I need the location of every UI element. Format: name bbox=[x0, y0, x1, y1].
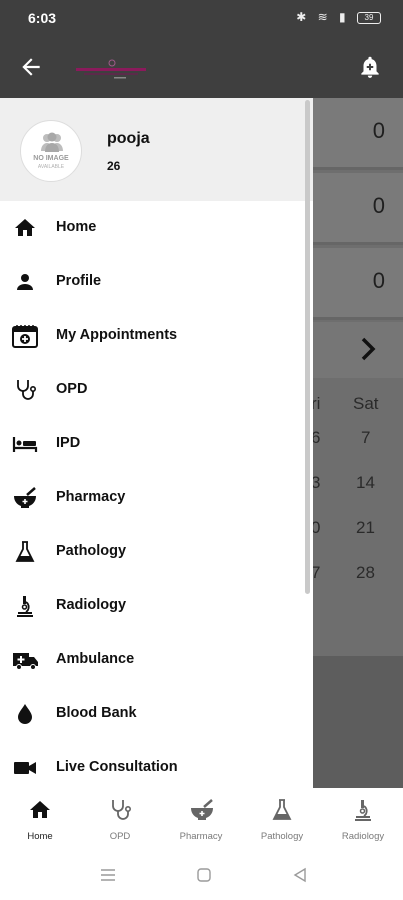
flask-icon bbox=[12, 540, 38, 564]
bottom-nav-radiology[interactable]: Radiology bbox=[323, 788, 403, 850]
bottom-nav-label: Radiology bbox=[341, 831, 385, 842]
drawer-header: NO IMAGE AVAILABLE pooja 26 bbox=[0, 98, 313, 201]
drawer-item-label: Pharmacy bbox=[56, 489, 126, 505]
avatar-placeholder-subtext: AVAILABLE bbox=[37, 164, 65, 170]
bottom-nav-pharmacy[interactable]: Pharmacy bbox=[161, 788, 241, 850]
drawer-item-pathology[interactable]: Pathology bbox=[0, 525, 313, 579]
notification-bell-icon[interactable] bbox=[357, 54, 383, 85]
video-camera-icon bbox=[12, 756, 38, 780]
back-triangle-icon[interactable] bbox=[292, 867, 308, 888]
user-age: 26 bbox=[107, 159, 121, 173]
chevron-right-icon bbox=[357, 336, 379, 367]
calendar-header: Sat bbox=[353, 394, 379, 413]
drawer-item-label: IPD bbox=[56, 435, 81, 451]
home-icon bbox=[12, 216, 38, 240]
calendar-day: 7 bbox=[361, 428, 371, 447]
drawer-item-opd[interactable]: OPD bbox=[0, 363, 313, 417]
drawer-item-label: Home bbox=[56, 219, 97, 235]
status-icons: ✱ ≋ ▮ 39 bbox=[296, 10, 381, 24]
home-icon bbox=[28, 798, 52, 822]
bottom-nav-label: Home bbox=[27, 831, 53, 842]
drawer-item-label: Profile bbox=[56, 273, 102, 289]
drawer-item-label: Blood Bank bbox=[56, 705, 137, 721]
microscope-icon bbox=[12, 594, 38, 618]
user-name: pooja bbox=[107, 130, 150, 147]
avatar-placeholder-text: NO IMAGE bbox=[33, 155, 69, 162]
ambulance-icon bbox=[12, 648, 38, 672]
drawer-item-radiology[interactable]: Radiology bbox=[0, 579, 313, 633]
drawer-item-label: Ambulance bbox=[56, 651, 135, 667]
mortar-pestle-icon bbox=[12, 486, 38, 510]
mortar-pestle-icon bbox=[189, 798, 213, 822]
stethoscope-icon bbox=[12, 378, 38, 402]
drawer-item-label: Radiology bbox=[56, 597, 127, 613]
recents-icon[interactable] bbox=[100, 867, 116, 888]
navigation-drawer: NO IMAGE AVAILABLE pooja 26 Home Profile… bbox=[0, 98, 313, 788]
system-navigation-bar bbox=[0, 850, 403, 900]
bluetooth-icon: ✱ bbox=[296, 10, 311, 24]
drawer-item-appointments[interactable]: My Appointments bbox=[0, 309, 313, 363]
calendar-day: 28 bbox=[356, 563, 375, 582]
drawer-item-pharmacy[interactable]: Pharmacy bbox=[0, 471, 313, 525]
status-time: 6:03 bbox=[28, 10, 57, 26]
wifi-icon: ≋ bbox=[317, 10, 332, 24]
stat-card: 0 bbox=[313, 173, 403, 245]
drawer-item-ipd[interactable]: IPD bbox=[0, 417, 313, 471]
people-placeholder-icon bbox=[39, 131, 65, 158]
home-button-icon[interactable] bbox=[196, 867, 212, 888]
drawer-item-live-consultation[interactable]: Live Consultation bbox=[0, 741, 313, 788]
stat-value: 0 bbox=[372, 193, 385, 218]
bottom-navigation: Home OPD Pharmacy Pathology Radiology bbox=[0, 788, 403, 850]
drawer-scrollbar[interactable] bbox=[305, 100, 310, 594]
calendar-nav bbox=[313, 322, 403, 378]
app-bar bbox=[0, 36, 403, 98]
drawer-menu: Home Profile My Appointments OPD IPD Pha… bbox=[0, 201, 313, 788]
bottom-nav-label: Pathology bbox=[260, 831, 304, 842]
background-dashboard: 0 0 0 ri Sat 6 7 3 14 0 21 7 28 bbox=[311, 98, 403, 788]
flask-icon bbox=[270, 798, 294, 822]
calendar-day: 14 bbox=[356, 473, 375, 492]
battery-icon: 39 bbox=[357, 11, 381, 24]
drawer-item-label: My Appointments bbox=[56, 327, 178, 343]
stat-value: 0 bbox=[372, 118, 385, 143]
bottom-nav-label: Pharmacy bbox=[179, 831, 223, 842]
back-arrow-icon[interactable] bbox=[18, 54, 44, 85]
hospital-bed-icon bbox=[12, 432, 38, 456]
stat-card: 0 bbox=[313, 98, 403, 170]
stat-card: 0 bbox=[313, 248, 403, 320]
bottom-nav-label: OPD bbox=[109, 831, 131, 842]
status-bar: 6:03 ✱ ≋ ▮ 39 bbox=[0, 0, 403, 36]
drawer-item-home[interactable]: Home bbox=[0, 201, 313, 255]
signal-icon: ▮ bbox=[339, 10, 350, 24]
calendar-medical-icon bbox=[12, 324, 38, 348]
drawer-item-blood-bank[interactable]: Blood Bank bbox=[0, 687, 313, 741]
bottom-nav-opd[interactable]: OPD bbox=[80, 788, 160, 850]
app-logo bbox=[74, 58, 148, 82]
stat-value: 0 bbox=[372, 268, 385, 293]
drawer-item-label: OPD bbox=[56, 381, 88, 397]
background-lower-section bbox=[313, 656, 403, 788]
drawer-item-label: Pathology bbox=[56, 543, 127, 559]
person-icon bbox=[12, 270, 38, 294]
bottom-nav-home[interactable]: Home bbox=[0, 788, 80, 850]
drawer-item-profile[interactable]: Profile bbox=[0, 255, 313, 309]
bottom-nav-pathology[interactable]: Pathology bbox=[242, 788, 322, 850]
avatar[interactable]: NO IMAGE AVAILABLE bbox=[20, 120, 82, 182]
calendar-day: 21 bbox=[356, 518, 375, 537]
blood-drop-icon bbox=[12, 702, 38, 726]
microscope-icon bbox=[351, 798, 375, 822]
drawer-item-ambulance[interactable]: Ambulance bbox=[0, 633, 313, 687]
stethoscope-icon bbox=[108, 798, 132, 822]
drawer-item-label: Live Consultation bbox=[56, 759, 178, 775]
